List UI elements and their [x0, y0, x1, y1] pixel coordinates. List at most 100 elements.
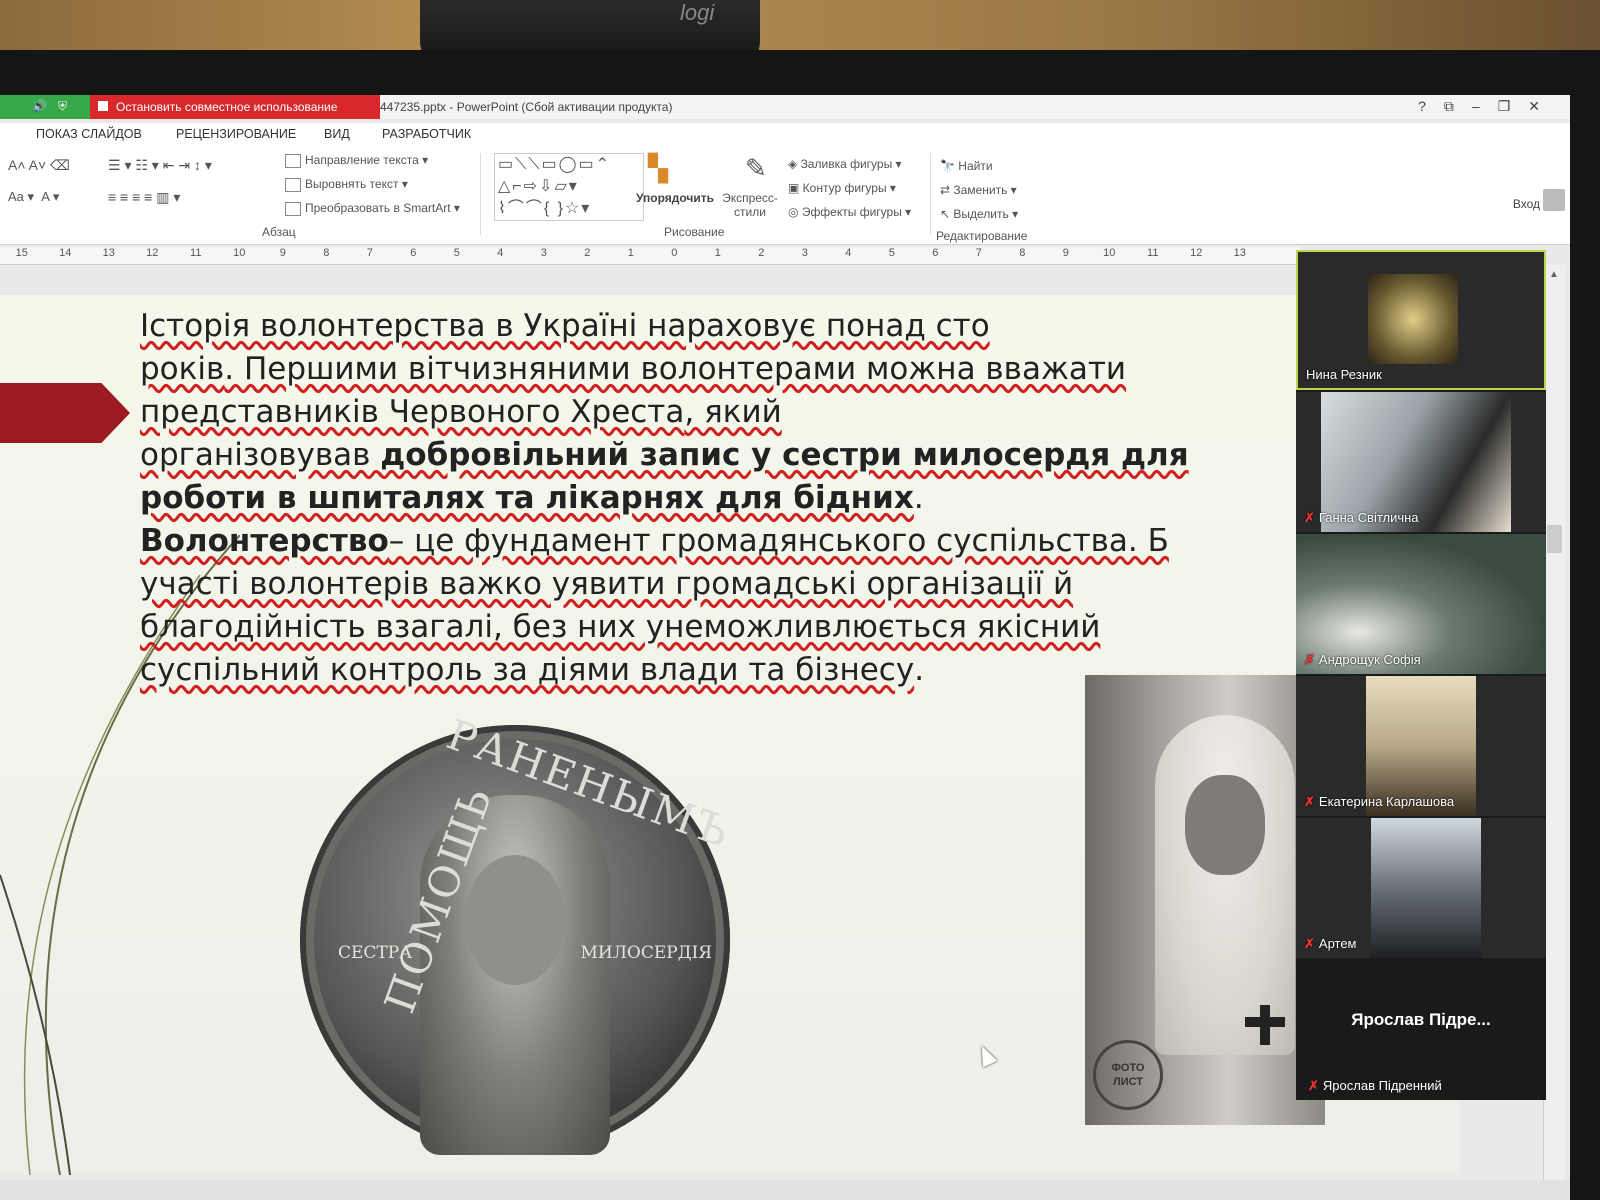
ruler-tick: 3 — [801, 247, 808, 259]
smartart-button[interactable]: Преобразовать в SmartArt ▾ — [285, 201, 460, 216]
ruler-tick: 7 — [975, 247, 982, 259]
text-segment: благодійність взагалі, без них унеможлив… — [140, 609, 1101, 645]
change-case-button[interactable]: Aa ▾ A ▾ — [8, 189, 59, 205]
ruler-tick: 9 — [279, 247, 286, 259]
ruler-tick: 2 — [758, 247, 765, 259]
tab-view[interactable]: ВИД — [324, 127, 350, 141]
mute-mic-icon: ✗ — [1304, 510, 1315, 525]
ruler: 15 14 13 12 11 10 9 8 7 6 5 4 3 2 1 0 1 2 3 4 5 6 7 8 9 10 11 12 13 — [0, 247, 1300, 265]
stop-share-label: Остановить совместное использование — [116, 100, 338, 114]
align-text-button[interactable]: Выровнять текст ▾ — [285, 177, 408, 192]
ruler-tick: 3 — [540, 247, 547, 259]
close-button[interactable]: ✕ — [1528, 98, 1540, 115]
arrange-icon: ▚ — [648, 153, 668, 183]
ruler-tick: 8 — [1019, 247, 1026, 259]
ruler-tick: 8 — [323, 247, 330, 259]
text-segment: участі волонтерів важко уявити громадськ… — [140, 566, 1074, 602]
arrow-shape[interactable] — [0, 383, 130, 443]
ribbon-tabs: ПОКАЗ СЛАЙДОВ РЕЦЕНЗИРОВАНИЕ ВИД РАЗРАБО… — [0, 123, 1570, 145]
ribbon-display-button[interactable]: ⧉ — [1444, 98, 1454, 115]
text-segment: – це фундамент громадянського суспільств… — [388, 523, 1169, 559]
mute-mic-icon: ✗ — [1304, 652, 1315, 667]
font-size-buttons[interactable]: A˄ A˅ ⌫ — [8, 157, 70, 174]
medal-inscription-sister: СЕСТРА — [338, 943, 413, 963]
list-buttons[interactable]: ☰ ▾ ☷ ▾ ⇤ ⇥ ↕ ▾ — [108, 157, 212, 174]
ruler-tick: 13 — [102, 247, 115, 259]
text-segment: років — [140, 351, 225, 387]
ruler-tick: 12 — [1190, 247, 1203, 259]
mute-mic-icon: ✗ — [1304, 936, 1315, 951]
ruler-tick: 7 — [366, 247, 373, 259]
participant-tile[interactable]: Нина Резник — [1296, 250, 1546, 390]
participant-name: ✗ Артем — [1304, 936, 1357, 951]
shield-icon[interactable]: ⛨ — [58, 99, 67, 114]
ruler-tick: 5 — [888, 247, 895, 259]
participant-name: ✗ Ганна Світлична — [1304, 510, 1419, 525]
shape-outline-button[interactable]: ▣ Контур фигуры ▾ — [788, 181, 896, 195]
select-button[interactable]: ↖ Выделить ▾ — [940, 207, 1018, 221]
slide[interactable]: Історія волонтерства в Україні нараховує… — [0, 295, 1460, 1175]
ruler-tick: 11 — [1147, 247, 1159, 259]
sign-in-link[interactable]: Вход — [1513, 197, 1540, 211]
share-status-bar[interactable]: 🔊 ⛨ — [0, 95, 90, 119]
medal-face — [465, 855, 565, 985]
ruler-tick: 13 — [1233, 247, 1246, 259]
screen: 🔊 ⛨ Остановить совместное использование … — [0, 95, 1570, 1200]
ruler-tick: 6 — [410, 247, 417, 259]
red-cross-icon — [1245, 1005, 1285, 1045]
bold-text: Волонтерство — [140, 523, 389, 559]
align-buttons[interactable]: ≡ ≡ ≡ ≡ ▥ ▾ — [108, 189, 180, 206]
quick-styles-button[interactable]: Экспресс-стили — [718, 191, 782, 219]
group-editing: Редактирование — [936, 229, 1028, 243]
photo-stamp: ФОТО ЛИСТ — [1093, 1040, 1163, 1110]
tab-review[interactable]: РЕЦЕНЗИРОВАНИЕ — [176, 127, 296, 141]
text-segment: , який — [684, 394, 782, 430]
participant-tile[interactable]: ✗ Екатерина Карлашова — [1296, 676, 1546, 816]
replace-button[interactable]: ⇄ Заменить ▾ — [940, 183, 1017, 197]
nurse-headscarf — [1155, 715, 1295, 1055]
participant-tile[interactable]: ✗ Артем — [1296, 818, 1546, 958]
text-segment: суспільний контроль за діями влади та бі… — [140, 652, 915, 688]
text-segment: представників Червоного Хреста — [140, 394, 685, 430]
window-title: 447235.pptx - PowerPoint (Сбой активации… — [380, 100, 673, 114]
mute-mic-icon: ✗ — [1304, 794, 1315, 809]
text-segment: . — [913, 480, 924, 516]
shapes-gallery[interactable]: ▭⟍⟍▭◯▭⌃ △⌐⇨⇩▱▾ ⌇⌒⌒{ }☆▾ — [494, 153, 644, 221]
restore-button[interactable]: ❐ — [1498, 98, 1511, 115]
ruler-tick: 5 — [453, 247, 460, 259]
shape-fill-button[interactable]: ◈ Заливка фигуры ▾ — [788, 157, 902, 171]
participant-tile[interactable]: ✗ Андрощук Софія — [1296, 534, 1546, 674]
medal-inscription-mercy: МИЛОСЕРДІЯ — [580, 943, 712, 963]
scroll-thumb[interactable] — [1547, 525, 1562, 553]
slide-text-box[interactable]: Історія волонтерства в Україні нараховує… — [140, 305, 1290, 692]
speaker-icon[interactable]: 🔊 — [32, 99, 47, 113]
text-segment: . Першими вітчизняними волонтерами можна… — [224, 351, 1127, 387]
find-button[interactable]: 🔭 Найти — [940, 159, 993, 173]
stop-share-button[interactable]: Остановить совместное использование — [90, 95, 380, 119]
tab-slideshow[interactable]: ПОКАЗ СЛАЙДОВ — [36, 127, 142, 141]
vertical-scrollbar[interactable]: ▲ — [1543, 265, 1565, 1200]
tab-developer[interactable]: РАЗРАБОТЧИК — [382, 127, 471, 141]
nurse-photo[interactable]: ФОТО ЛИСТ — [1085, 675, 1325, 1125]
ruler-tick: 12 — [146, 247, 159, 259]
text-segment: організовував — [140, 437, 381, 473]
shape-effects-button[interactable]: ◎ Эффекты фигуры ▾ — [788, 205, 911, 219]
text-direction-icon — [285, 153, 301, 168]
participant-tile[interactable]: ✗ Ганна Світлична — [1296, 392, 1546, 532]
text-direction-button[interactable]: Направление текста ▾ — [285, 153, 428, 168]
ribbon: A˄ A˅ ⌫ Aa ▾ A ▾ ☰ ▾ ☷ ▾ ⇤ ⇥ ↕ ▾ ≡ ≡ ≡ ≡… — [0, 145, 1570, 245]
ruler-tick: 0 — [671, 247, 678, 259]
ruler-tick: 10 — [233, 247, 246, 259]
minimize-button[interactable]: – — [1472, 98, 1480, 115]
participant-name: ✗ Ярослав Підренний — [1308, 1078, 1442, 1093]
participant-tile[interactable]: Ярослав Підре... ✗ Ярослав Підренний — [1296, 960, 1546, 1100]
nurse-face — [1185, 775, 1265, 875]
avatar[interactable] — [1543, 189, 1565, 211]
arrange-button[interactable]: Упорядочить — [636, 191, 714, 205]
scroll-up-icon[interactable]: ▲ — [1549, 269, 1559, 280]
participant-avatar-image — [1368, 274, 1458, 364]
status-strip — [0, 1180, 1570, 1200]
help-button[interactable]: ? — [1418, 98, 1426, 115]
title-bar: 🔊 ⛨ Остановить совместное использование … — [0, 95, 1570, 119]
medal-image[interactable]: РАНЕНЫМЪ ПОМОЩЬ СЕСТРА МИЛОСЕРДІЯ — [300, 710, 737, 1155]
